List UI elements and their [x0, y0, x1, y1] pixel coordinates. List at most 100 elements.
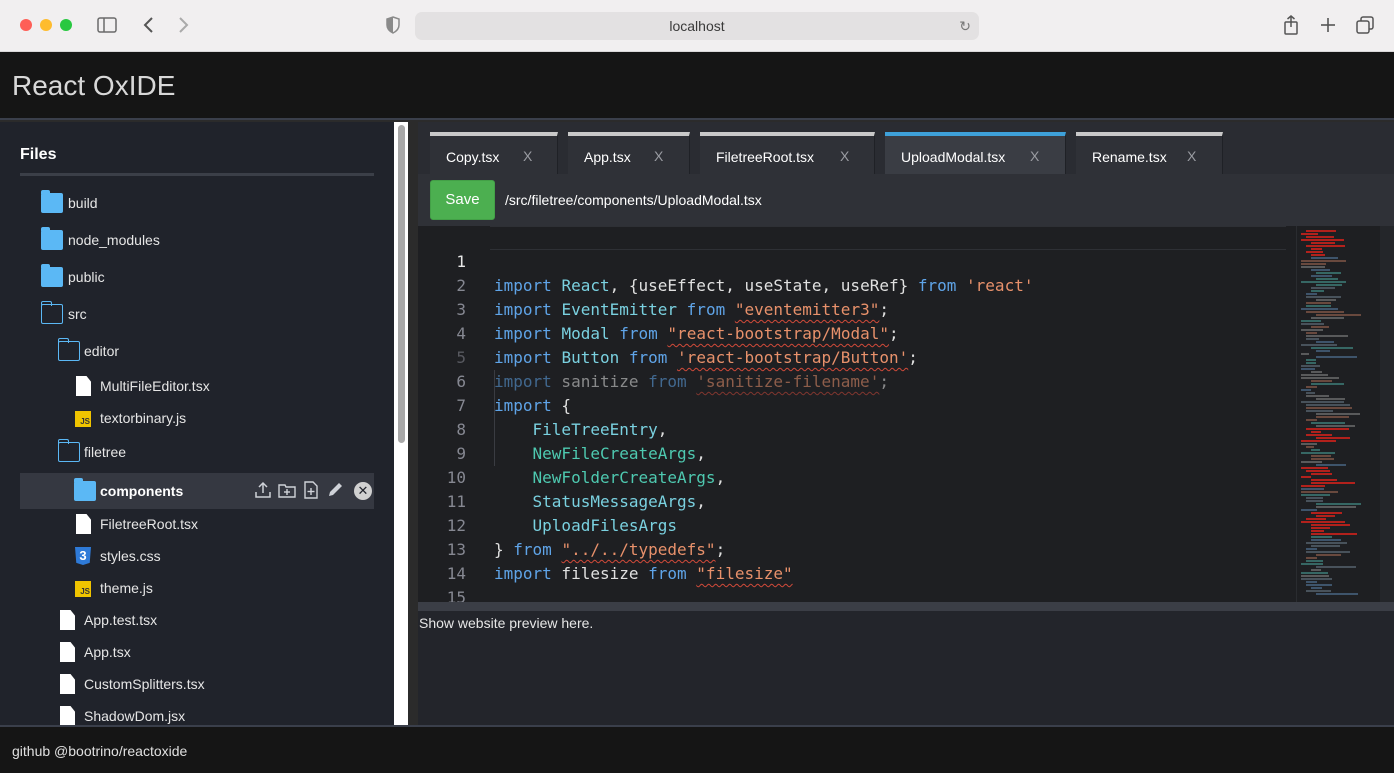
window-zoom-button[interactable] — [60, 19, 72, 31]
back-icon[interactable] — [138, 14, 160, 36]
file-icon — [76, 514, 91, 534]
minimap-line — [1311, 473, 1332, 475]
minimap-line — [1306, 548, 1317, 550]
minimap-line — [1306, 500, 1323, 502]
minimap-line — [1306, 359, 1316, 361]
minimap-line — [1301, 494, 1330, 496]
code-editor[interactable]: 1 import React, {useEffect, useState, us… — [418, 226, 1394, 602]
minimap-line — [1301, 368, 1315, 370]
privacy-shield-icon[interactable] — [382, 14, 404, 36]
minimap-line — [1316, 284, 1342, 286]
delete-icon[interactable]: ✕ — [354, 482, 372, 500]
sidebar-toggle-icon[interactable] — [96, 14, 118, 36]
minimap-line — [1316, 593, 1358, 595]
new-file-icon[interactable] — [302, 481, 320, 499]
tree-item-textorbinary[interactable]: JS textorbinary.js — [20, 403, 374, 435]
minimap-line — [1306, 251, 1323, 253]
tree-item-app-tsx[interactable]: App.tsx — [20, 637, 374, 669]
sidebar-scrollbar-thumb[interactable] — [398, 125, 405, 443]
reload-icon[interactable]: ↻ — [959, 12, 971, 40]
window-minimize-button[interactable] — [40, 19, 52, 31]
tab-close-icon[interactable]: X — [654, 148, 663, 164]
code-line: 1 import React, {useEffect, useState, us… — [418, 226, 1286, 295]
open-folder-icon — [57, 439, 80, 462]
tree-item-filetree[interactable]: filetree — [20, 437, 374, 469]
minimap-line — [1301, 578, 1332, 580]
tab-label: UploadModal.tsx — [901, 149, 1006, 165]
minimap-line — [1306, 335, 1348, 337]
minimap-line — [1311, 326, 1329, 328]
tab-app-tsx[interactable]: App.tsx X — [568, 132, 690, 174]
tree-item-filetreeroot[interactable]: FiletreeRoot.tsx — [20, 509, 374, 541]
tab-overview-icon[interactable] — [1354, 14, 1376, 36]
minimap-line — [1316, 425, 1355, 427]
tree-item-app-test[interactable]: App.test.tsx — [20, 605, 374, 637]
tree-item-components[interactable]: components ✕ — [20, 473, 374, 509]
minimap-line — [1301, 281, 1346, 283]
minimap-line — [1306, 302, 1331, 304]
minimap-line — [1301, 389, 1311, 391]
tab-close-icon[interactable]: X — [1030, 148, 1039, 164]
tab-uploadmodal-tsx[interactable]: UploadModal.tsx X — [885, 132, 1066, 174]
editor-preview-splitter[interactable] — [418, 602, 1394, 611]
minimap-line — [1311, 458, 1334, 460]
code-minimap[interactable] — [1296, 226, 1380, 602]
minimap-line — [1301, 260, 1346, 262]
minimap-line — [1301, 467, 1328, 469]
save-button[interactable]: Save — [430, 180, 495, 220]
share-icon[interactable] — [1280, 14, 1302, 36]
minimap-line — [1316, 413, 1360, 415]
window-close-button[interactable] — [20, 19, 32, 31]
code-line: 13 import filesize from "filesize" — [418, 514, 1286, 583]
minimap-line — [1311, 290, 1324, 292]
minimap-line — [1316, 416, 1349, 418]
minimap-line — [1301, 308, 1338, 310]
code-line: 12 } from "../../typedefs"; — [418, 490, 1286, 559]
minimap-line — [1311, 479, 1337, 481]
rename-icon[interactable] — [326, 481, 344, 499]
tree-item-build[interactable]: build — [20, 188, 374, 220]
minimap-line — [1306, 293, 1317, 295]
minimap-line — [1306, 410, 1333, 412]
tree-item-multifileeditor[interactable]: MultiFileEditor.tsx — [20, 371, 374, 403]
tree-item-node-modules[interactable]: node_modules — [20, 225, 374, 257]
minimap-line — [1301, 485, 1325, 487]
tree-item-theme-js[interactable]: JS theme.js — [20, 573, 374, 605]
forward-icon[interactable] — [172, 14, 194, 36]
minimap-line — [1306, 392, 1315, 394]
tab-close-icon[interactable]: X — [840, 148, 849, 164]
tab-copy-tsx[interactable]: Copy.tsx X — [430, 132, 558, 174]
tab-close-icon[interactable]: X — [523, 148, 532, 164]
minimap-line — [1316, 341, 1334, 343]
minimap-line — [1301, 521, 1345, 523]
minimap-line — [1316, 278, 1338, 280]
minimap-line — [1311, 269, 1330, 271]
code-line: 15 type Props = { — [418, 562, 1286, 602]
tree-item-shadowdom[interactable]: ShadowDom.jsx — [20, 701, 374, 725]
footer-link[interactable]: github @bootrino/reactoxide — [12, 743, 187, 759]
minimap-line — [1311, 383, 1344, 385]
new-tab-icon[interactable] — [1317, 14, 1339, 36]
tab-rename-tsx[interactable]: Rename.tsx X — [1076, 132, 1223, 174]
tree-item-customsplitters[interactable]: CustomSplitters.tsx — [20, 669, 374, 701]
app-title: React OxIDE — [12, 70, 176, 101]
file-path: /src/filetree/components/UploadModal.tsx — [505, 192, 762, 208]
tab-close-icon[interactable]: X — [1187, 148, 1196, 164]
tree-item-public[interactable]: public — [20, 262, 374, 294]
tree-item-label: styles.css — [100, 548, 161, 564]
minimap-line — [1301, 491, 1338, 493]
code-scrollbar[interactable] — [1380, 226, 1394, 602]
minimap-line — [1311, 422, 1345, 424]
new-folder-icon[interactable] — [278, 481, 296, 499]
tab-filetreeroot-tsx[interactable]: FiletreeRoot.tsx X — [700, 132, 875, 174]
tree-item-editor[interactable]: editor — [20, 336, 374, 368]
minimap-line — [1316, 350, 1330, 352]
address-bar[interactable]: localhost ↻ — [415, 12, 979, 40]
upload-icon[interactable] — [254, 481, 272, 499]
tree-item-styles-css[interactable]: 3 styles.css — [20, 541, 374, 573]
tree-item-src[interactable]: src — [20, 299, 374, 331]
minimap-line — [1311, 569, 1321, 571]
minimap-line — [1301, 572, 1328, 574]
minimap-line — [1301, 374, 1328, 376]
minimap-line — [1306, 497, 1323, 499]
